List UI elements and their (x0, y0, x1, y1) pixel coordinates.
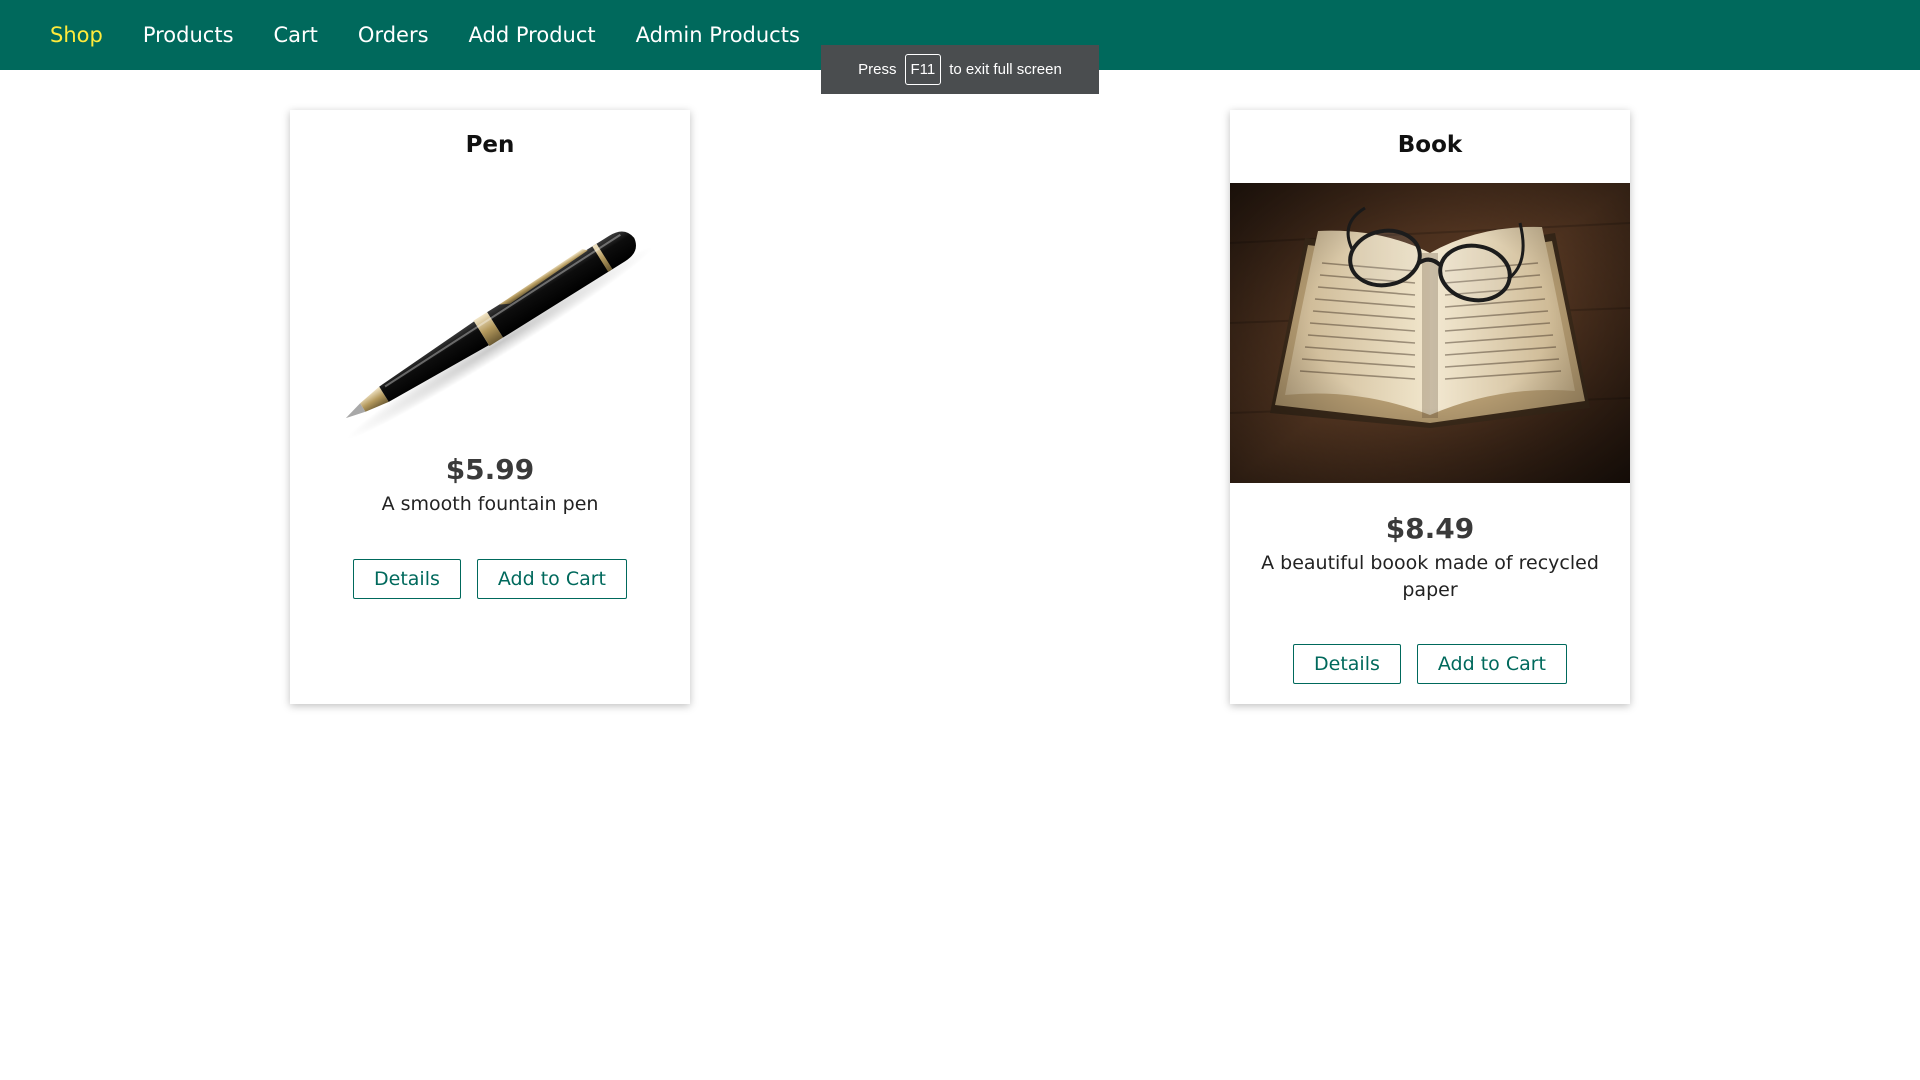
details-button[interactable]: Details (1293, 644, 1401, 684)
nav-link-admin-products[interactable]: Admin Products (636, 23, 800, 47)
product-card-book: Book $8.49 A beautiful boook made of rec… (1230, 110, 1630, 704)
pen-image (290, 183, 690, 483)
book-illustration (1230, 183, 1630, 483)
details-button[interactable]: Details (353, 559, 461, 599)
nav-link-shop[interactable]: Shop (50, 23, 103, 47)
product-actions: Details Add to Cart (290, 559, 690, 599)
add-to-cart-button[interactable]: Add to Cart (476, 559, 627, 599)
fullscreen-notice-suffix: to exit full screen (949, 61, 1062, 78)
product-card-pen: Pen $5.99 A smooth fountain pen Details … (290, 110, 690, 704)
nav-link-products[interactable]: Products (143, 23, 234, 47)
f11-key-badge: F11 (904, 54, 942, 85)
product-title: Book (1397, 132, 1463, 158)
fullscreen-exit-notice: Press F11 to exit full screen (821, 45, 1099, 94)
pen-illustration (345, 231, 653, 440)
nav-item-add-product: Add Product (469, 23, 596, 47)
product-title: Pen (465, 132, 515, 158)
nav-item-orders: Orders (358, 23, 429, 47)
product-price: $5.99 (445, 453, 535, 486)
nav-link-add-product[interactable]: Add Product (469, 23, 596, 47)
nav-item-products: Products (143, 23, 234, 47)
book-image (1230, 183, 1630, 483)
nav-link-cart[interactable]: Cart (274, 23, 318, 47)
fullscreen-notice-prefix: Press (858, 61, 897, 78)
product-price: $8.49 (1385, 512, 1475, 545)
product-description: A beautiful boook made of recycled paper (1261, 552, 1599, 601)
nav-item-cart: Cart (274, 23, 318, 47)
nav-item-admin-products: Admin Products (636, 23, 800, 47)
product-actions: Details Add to Cart (1230, 644, 1630, 684)
add-to-cart-button[interactable]: Add to Cart (1416, 644, 1567, 684)
nav-item-shop: Shop (50, 23, 103, 47)
main-nav: Shop Products Cart Orders Add Product Ad… (50, 0, 800, 70)
product-description: A smooth fountain pen (381, 493, 599, 515)
nav-link-orders[interactable]: Orders (358, 23, 429, 47)
